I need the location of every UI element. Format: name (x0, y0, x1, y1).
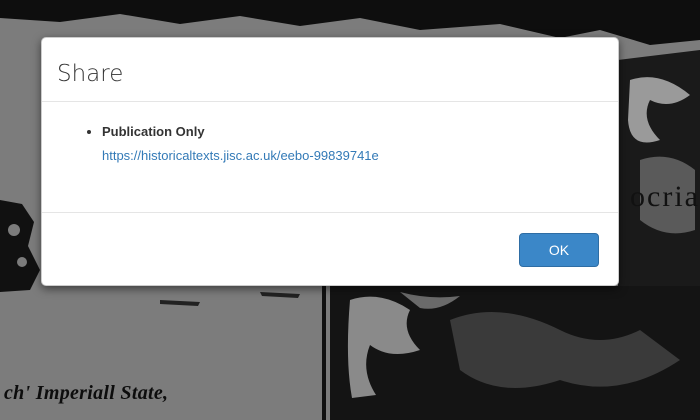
share-link[interactable]: https://historicaltexts.jisc.ac.uk/eebo-… (102, 147, 603, 165)
background-scan-text: ocria (630, 180, 700, 213)
dialog-body: Publication Only https://historicaltexts… (42, 102, 618, 213)
ok-button[interactable]: OK (519, 233, 599, 267)
share-options-list: Publication Only https://historicaltexts… (82, 122, 603, 165)
share-option-item: Publication Only https://historicaltexts… (102, 122, 603, 165)
dialog-header: Share (42, 38, 618, 102)
dialog-footer: OK (42, 213, 618, 285)
dialog-title: Share (57, 60, 124, 87)
share-option-label: Publication Only (102, 124, 205, 139)
share-dialog: Share Publication Only https://historica… (41, 37, 619, 286)
background-scan-caption: ch' Imperiall State, (4, 382, 169, 404)
